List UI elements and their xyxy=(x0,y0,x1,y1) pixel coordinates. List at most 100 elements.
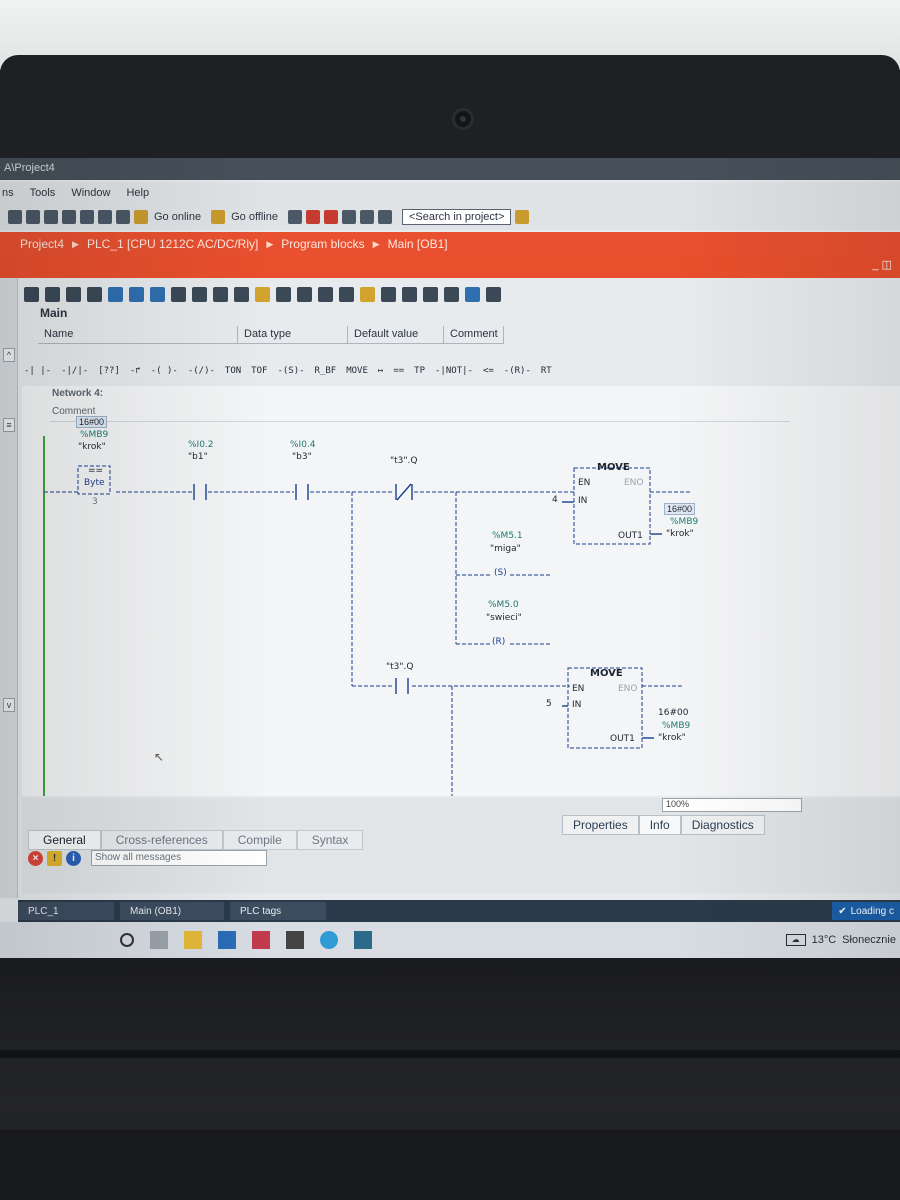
move1-title[interactable]: MOVE xyxy=(597,462,630,473)
block-interface-icon[interactable] xyxy=(255,286,270,302)
compare-icon[interactable] xyxy=(339,286,354,302)
rt-coil-icon[interactable]: RT xyxy=(541,366,552,376)
upload-icon[interactable] xyxy=(80,210,94,224)
editor-tab-plc-tags[interactable]: PLC tags xyxy=(230,902,326,920)
network-comments-icon[interactable] xyxy=(150,286,165,302)
expand-down-icon[interactable]: v xyxy=(3,698,15,712)
ladder-editor[interactable]: Network 4: Comment 16#00 %MB9 "krok" == … xyxy=(22,386,900,796)
search-in-project-input[interactable]: <Search in project> xyxy=(401,209,512,225)
info-filter-icon[interactable]: i xyxy=(66,850,81,866)
editor-tab-main-ob1[interactable]: Main (OB1) xyxy=(120,902,224,920)
contact-b3-tag[interactable]: "b3" xyxy=(292,452,312,462)
reset-coil-icon[interactable]: -(R)- xyxy=(504,366,531,376)
move2-title[interactable]: MOVE xyxy=(590,668,623,679)
modify-icon[interactable] xyxy=(297,286,312,302)
coil-reset-tag[interactable]: "swieci" xyxy=(486,613,522,623)
error-filter-icon[interactable]: × xyxy=(28,850,43,866)
compare-operand2[interactable]: 3 xyxy=(92,497,98,507)
accessible-devices-icon[interactable] xyxy=(287,210,302,224)
library-icon[interactable] xyxy=(360,286,375,302)
edge-icon[interactable] xyxy=(320,931,338,949)
start-cpu-icon[interactable] xyxy=(305,210,320,224)
message-filter-select[interactable]: Show all messages xyxy=(91,850,267,866)
store-icon[interactable] xyxy=(286,931,304,949)
go-online-icon[interactable] xyxy=(134,210,148,224)
column-default-value[interactable]: Default value xyxy=(348,326,444,344)
move2-in-value[interactable]: 5 xyxy=(546,699,552,709)
coil-reset-symbol[interactable]: (R) xyxy=(492,637,505,647)
simulation-icon[interactable] xyxy=(98,210,112,224)
close-all-networks-icon[interactable] xyxy=(129,286,144,302)
watch-table-icon[interactable] xyxy=(486,286,501,302)
menu-item-ns[interactable]: ns xyxy=(2,187,14,199)
mail-icon[interactable] xyxy=(218,931,236,949)
zoom-select[interactable]: 100% xyxy=(662,798,802,812)
redo-icon[interactable] xyxy=(26,210,40,224)
compile-icon[interactable] xyxy=(44,210,58,224)
warning-filter-icon[interactable]: ! xyxy=(47,850,62,866)
expand-up-icon[interactable]: ^ xyxy=(3,348,15,362)
breadcrumb-plc[interactable]: PLC_1 [CPU 1212C AC/DC/Rly] xyxy=(87,237,258,251)
coil-set-symbol[interactable]: (S) xyxy=(494,568,507,578)
menu-item-window[interactable]: Window xyxy=(71,187,110,199)
step-over-icon[interactable] xyxy=(381,286,396,302)
undo-icon[interactable] xyxy=(8,210,22,224)
task-view-icon[interactable] xyxy=(150,931,168,949)
tab-properties[interactable]: Properties xyxy=(562,815,639,835)
trace-icon[interactable] xyxy=(444,286,459,302)
go-offline-icon[interactable] xyxy=(211,210,226,224)
step-into-icon[interactable] xyxy=(402,286,417,302)
split-horizontal-icon[interactable] xyxy=(359,210,374,224)
cross-reference-icon[interactable] xyxy=(341,210,356,224)
weather-widget[interactable]: ☁ 13°C Słonecznie xyxy=(785,934,896,946)
set-coil-icon[interactable]: -(S)- xyxy=(277,366,304,376)
search-icon[interactable] xyxy=(120,933,134,947)
negated-coil-icon[interactable]: -(/)- xyxy=(188,366,215,376)
compare-data-type[interactable]: Byte xyxy=(84,478,105,488)
file-explorer-icon[interactable] xyxy=(184,931,202,949)
tab-general[interactable]: General xyxy=(28,830,101,850)
tag-info-icon[interactable] xyxy=(234,286,249,302)
operand-display-icon[interactable] xyxy=(213,286,228,302)
tof-instruction[interactable]: TOF xyxy=(251,366,267,376)
insert-network-icon[interactable] xyxy=(24,286,39,302)
contact-b1-tag[interactable]: "b1" xyxy=(188,452,208,462)
call-hierarchy-icon[interactable] xyxy=(465,286,480,302)
add-row-icon[interactable] xyxy=(87,286,102,302)
tab-cross-references[interactable]: Cross-references xyxy=(100,830,223,850)
breadcrumb-project[interactable]: Project4 xyxy=(20,237,64,251)
coil-set-tag[interactable]: "miga" xyxy=(490,544,521,554)
column-comment[interactable]: Comment xyxy=(444,326,504,344)
contact-t3q-tag[interactable]: "t3".Q xyxy=(390,456,417,466)
move-instruction[interactable]: MOVE xyxy=(346,366,368,376)
tab-diagnostics[interactable]: Diagnostics xyxy=(680,815,765,835)
go-offline-button[interactable]: Go offline xyxy=(231,211,278,223)
menu-item-help[interactable]: Help xyxy=(126,187,149,199)
coil-icon[interactable]: -( )- xyxy=(151,366,178,376)
tree-menu-icon[interactable]: ≡ xyxy=(3,418,15,432)
move2-out-value[interactable]: 16#00 xyxy=(658,708,688,718)
tp-instruction[interactable]: TP xyxy=(414,366,425,376)
sr-flipflop-icon[interactable]: R_BF xyxy=(315,366,337,376)
insert-row-icon[interactable] xyxy=(66,286,81,302)
download-icon[interactable] xyxy=(62,210,76,224)
compare-lt-icon[interactable]: <= xyxy=(483,366,494,376)
move1-in-value[interactable]: 4 xyxy=(552,495,558,505)
tab-info[interactable]: Info xyxy=(638,815,681,835)
breakpoint-icon[interactable] xyxy=(318,286,333,302)
delete-network-icon[interactable] xyxy=(45,286,60,302)
jump-icon[interactable]: ↦ xyxy=(378,366,383,376)
move1-out-value[interactable]: 16#00 xyxy=(664,503,696,515)
breadcrumb-main-ob1[interactable]: Main [OB1] xyxy=(388,237,448,251)
split-vertical-icon[interactable] xyxy=(377,210,392,224)
tab-syntax[interactable]: Syntax xyxy=(296,830,364,850)
favorites-icon[interactable] xyxy=(171,286,186,302)
no-contact-icon[interactable]: -| |- xyxy=(24,366,51,376)
absolute-operands-icon[interactable] xyxy=(192,286,207,302)
go-online-button[interactable]: Go online xyxy=(154,211,201,223)
tab-compile[interactable]: Compile xyxy=(222,830,297,850)
window-controls-icon[interactable]: _ ◫ xyxy=(872,258,892,271)
step-out-icon[interactable] xyxy=(423,286,438,302)
compare-operand1-value[interactable]: 16#00 xyxy=(76,416,108,428)
open-all-networks-icon[interactable] xyxy=(108,286,123,302)
